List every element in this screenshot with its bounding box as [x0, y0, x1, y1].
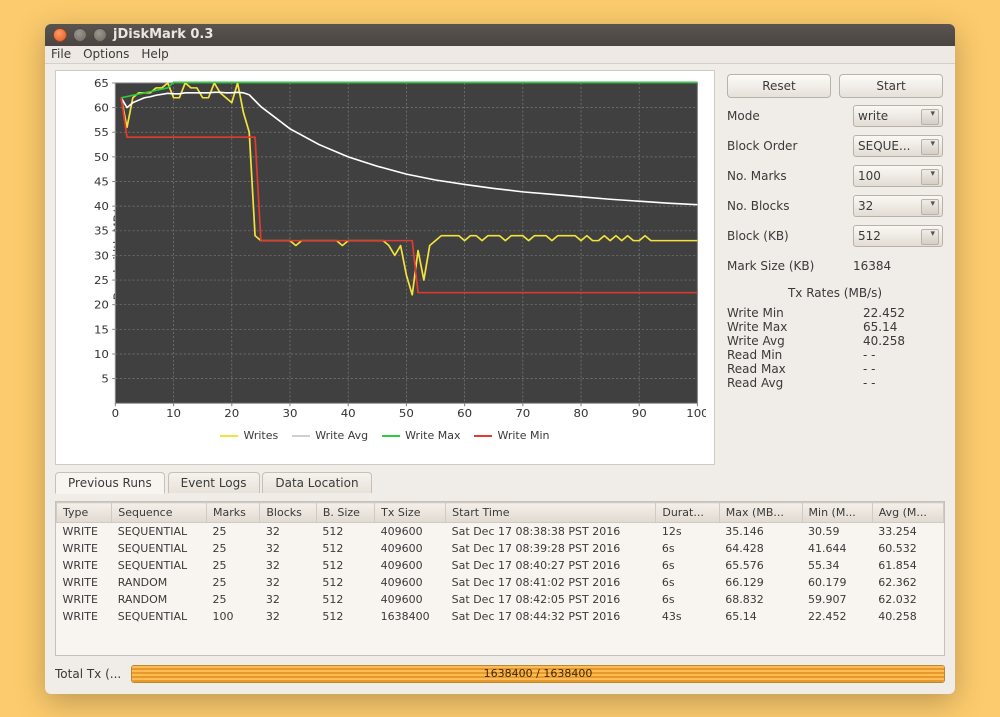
menubar: File Options Help [45, 46, 955, 64]
reset-button[interactable]: Reset [727, 74, 831, 98]
svg-text:10: 10 [94, 347, 109, 360]
status-bar: Total Tx (... 1638400 / 1638400 [55, 662, 945, 686]
column-header[interactable]: Min (M... [802, 503, 872, 523]
mark-size-value: 16384 [853, 259, 943, 273]
block-order-select[interactable]: SEQUE... [853, 135, 943, 157]
chart-panel: Bandwidth MB/s 5101520253035404550556065… [55, 70, 715, 465]
minimize-icon[interactable] [73, 28, 87, 42]
svg-text:100: 100 [686, 407, 706, 420]
legend-item: Writes [220, 429, 278, 442]
tx-rates-header: Tx Rates (MB/s) [727, 286, 943, 300]
runs-table: TypeSequenceMarksBlocksB. SizeTx SizeSta… [55, 501, 945, 656]
svg-text:30: 30 [282, 407, 297, 420]
start-button[interactable]: Start [839, 74, 943, 98]
stat-label: Write Min [727, 306, 863, 320]
table-row[interactable]: WRITESEQUENTIAL2532512409600Sat Dec 17 0… [57, 557, 944, 574]
legend-item: Write Avg [292, 429, 368, 442]
svg-text:20: 20 [224, 407, 239, 420]
svg-text:20: 20 [94, 298, 109, 311]
table-row[interactable]: WRITESEQUENTIAL2532512409600Sat Dec 17 0… [57, 540, 944, 557]
svg-text:60: 60 [94, 101, 109, 114]
column-header[interactable]: Marks [207, 503, 260, 523]
stat-value: - - [863, 376, 943, 390]
maximize-icon[interactable] [93, 28, 107, 42]
stat-value: 22.452 [863, 306, 943, 320]
svg-text:70: 70 [515, 407, 530, 420]
app-window: jDiskMark 0.3 File Options Help Bandwidt… [45, 24, 955, 694]
mode-label: Mode [727, 109, 849, 123]
svg-text:45: 45 [94, 175, 109, 188]
stat-label: Write Max [727, 320, 863, 334]
progress-bar: 1638400 / 1638400 [131, 665, 945, 683]
column-header[interactable]: Sequence [112, 503, 207, 523]
svg-text:90: 90 [632, 407, 647, 420]
table-row[interactable]: WRITERANDOM2532512409600Sat Dec 17 08:42… [57, 591, 944, 608]
svg-text:60: 60 [457, 407, 472, 420]
stat-label: Write Avg [727, 334, 863, 348]
stat-value: 40.258 [863, 334, 943, 348]
stat-label: Read Avg [727, 376, 863, 390]
content-area: Bandwidth MB/s 5101520253035404550556065… [45, 64, 955, 694]
svg-text:25: 25 [94, 273, 109, 286]
tab-previous-runs[interactable]: Previous Runs [55, 472, 165, 494]
menu-options[interactable]: Options [83, 47, 129, 61]
column-header[interactable]: Blocks [260, 503, 316, 523]
table-row[interactable]: WRITESEQUENTIAL100325121638400Sat Dec 17… [57, 608, 944, 625]
chart-legend: Writes Write Avg Write Max Write Min [64, 425, 706, 442]
legend-item: Write Max [382, 429, 460, 442]
svg-text:30: 30 [94, 249, 109, 262]
tabs: Previous Runs Event Logs Data Location [55, 471, 945, 495]
tab-data-location[interactable]: Data Location [262, 472, 371, 493]
block-kb-label: Block (KB) [727, 229, 849, 243]
menu-file[interactable]: File [51, 47, 71, 61]
legend-item: Write Min [474, 429, 549, 442]
stat-value: 65.14 [863, 320, 943, 334]
svg-text:50: 50 [399, 407, 414, 420]
close-icon[interactable] [53, 28, 67, 42]
svg-text:40: 40 [341, 407, 356, 420]
bandwidth-chart: Bandwidth MB/s 5101520253035404550556065… [64, 79, 706, 425]
svg-text:40: 40 [94, 200, 109, 213]
window-title: jDiskMark 0.3 [113, 27, 213, 42]
stat-label: Read Min [727, 348, 863, 362]
stat-label: Read Max [727, 362, 863, 376]
svg-text:0: 0 [112, 407, 119, 420]
stat-value: - - [863, 362, 943, 376]
block-order-label: Block Order [727, 139, 849, 153]
column-header[interactable]: Max (MB... [719, 503, 802, 523]
svg-text:50: 50 [94, 150, 109, 163]
column-header[interactable]: Avg (M... [872, 503, 943, 523]
column-header[interactable]: Durat... [656, 503, 719, 523]
svg-text:5: 5 [101, 372, 108, 385]
no-marks-select[interactable]: 100 [853, 165, 943, 187]
controls-panel: Reset Start Mode write Block Order SEQUE… [725, 70, 945, 465]
column-header[interactable]: Start Time [446, 503, 656, 523]
column-header[interactable]: Tx Size [375, 503, 446, 523]
block-kb-select[interactable]: 512 [853, 225, 943, 247]
column-header[interactable]: Type [57, 503, 112, 523]
progress-text: 1638400 / 1638400 [132, 666, 944, 682]
status-label: Total Tx (... [55, 667, 123, 681]
column-header[interactable]: B. Size [316, 503, 374, 523]
svg-text:15: 15 [94, 323, 109, 336]
table-row[interactable]: WRITERANDOM2532512409600Sat Dec 17 08:41… [57, 574, 944, 591]
svg-text:55: 55 [94, 126, 109, 139]
no-blocks-select[interactable]: 32 [853, 195, 943, 217]
stat-value: - - [863, 348, 943, 362]
svg-text:65: 65 [94, 79, 109, 90]
svg-text:10: 10 [166, 407, 181, 420]
menu-help[interactable]: Help [141, 47, 168, 61]
mark-size-label: Mark Size (KB) [727, 259, 849, 273]
no-marks-label: No. Marks [727, 169, 849, 183]
tab-event-logs[interactable]: Event Logs [168, 472, 260, 493]
svg-text:35: 35 [94, 224, 109, 237]
svg-text:80: 80 [574, 407, 589, 420]
mode-select[interactable]: write [853, 105, 943, 127]
table-row[interactable]: WRITESEQUENTIAL2532512409600Sat Dec 17 0… [57, 523, 944, 541]
titlebar[interactable]: jDiskMark 0.3 [45, 24, 955, 46]
no-blocks-label: No. Blocks [727, 199, 849, 213]
